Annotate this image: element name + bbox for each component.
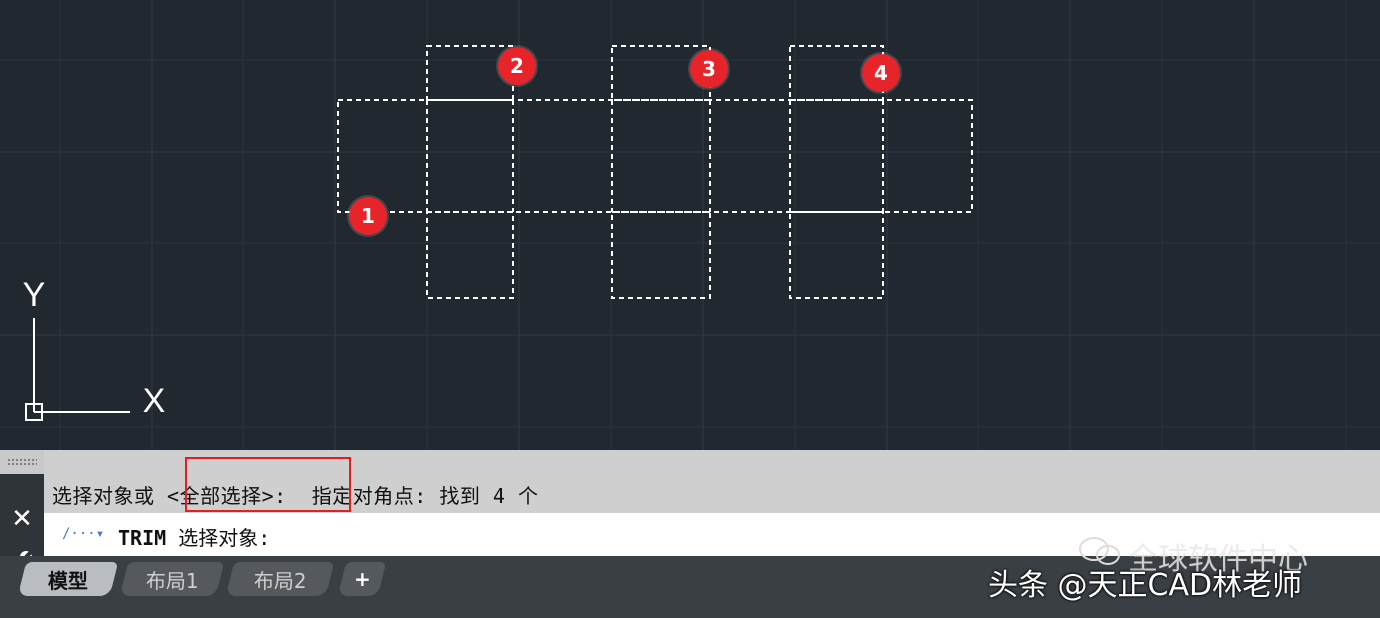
tab-layout2[interactable]: 布局2 bbox=[225, 562, 335, 596]
add-layout-button[interactable]: + bbox=[337, 562, 387, 596]
drawing-canvas[interactable]: Y X 1 2 3 4 bbox=[0, 0, 1380, 450]
ucs-icon bbox=[25, 318, 130, 421]
command-prompt: TRIM 选择对象: bbox=[118, 522, 270, 551]
command-name: TRIM bbox=[118, 526, 167, 550]
highlight-box bbox=[185, 457, 351, 512]
close-icon[interactable]: ✕ bbox=[9, 506, 35, 532]
command-prompt-icon[interactable]: /···▾ bbox=[62, 526, 104, 542]
ucs-y-label: Y bbox=[23, 276, 46, 314]
command-prompt-text: 选择对象: bbox=[166, 526, 271, 550]
marker-2: 2 bbox=[498, 47, 536, 85]
command-side-bar: ✕ bbox=[0, 474, 44, 572]
ucs-x-label: X bbox=[143, 382, 166, 420]
watermark-bottom: 头条 @天正CAD林老师 bbox=[988, 568, 1303, 603]
grip-dots-icon bbox=[7, 458, 37, 466]
panel-grip-handle[interactable] bbox=[0, 450, 44, 474]
tab-layout1[interactable]: 布局1 bbox=[119, 562, 225, 596]
tab-model[interactable]: 模型 bbox=[17, 562, 119, 596]
marker-4: 4 bbox=[862, 54, 900, 92]
marker-1: 1 bbox=[349, 197, 387, 235]
marker-3: 3 bbox=[690, 50, 728, 88]
